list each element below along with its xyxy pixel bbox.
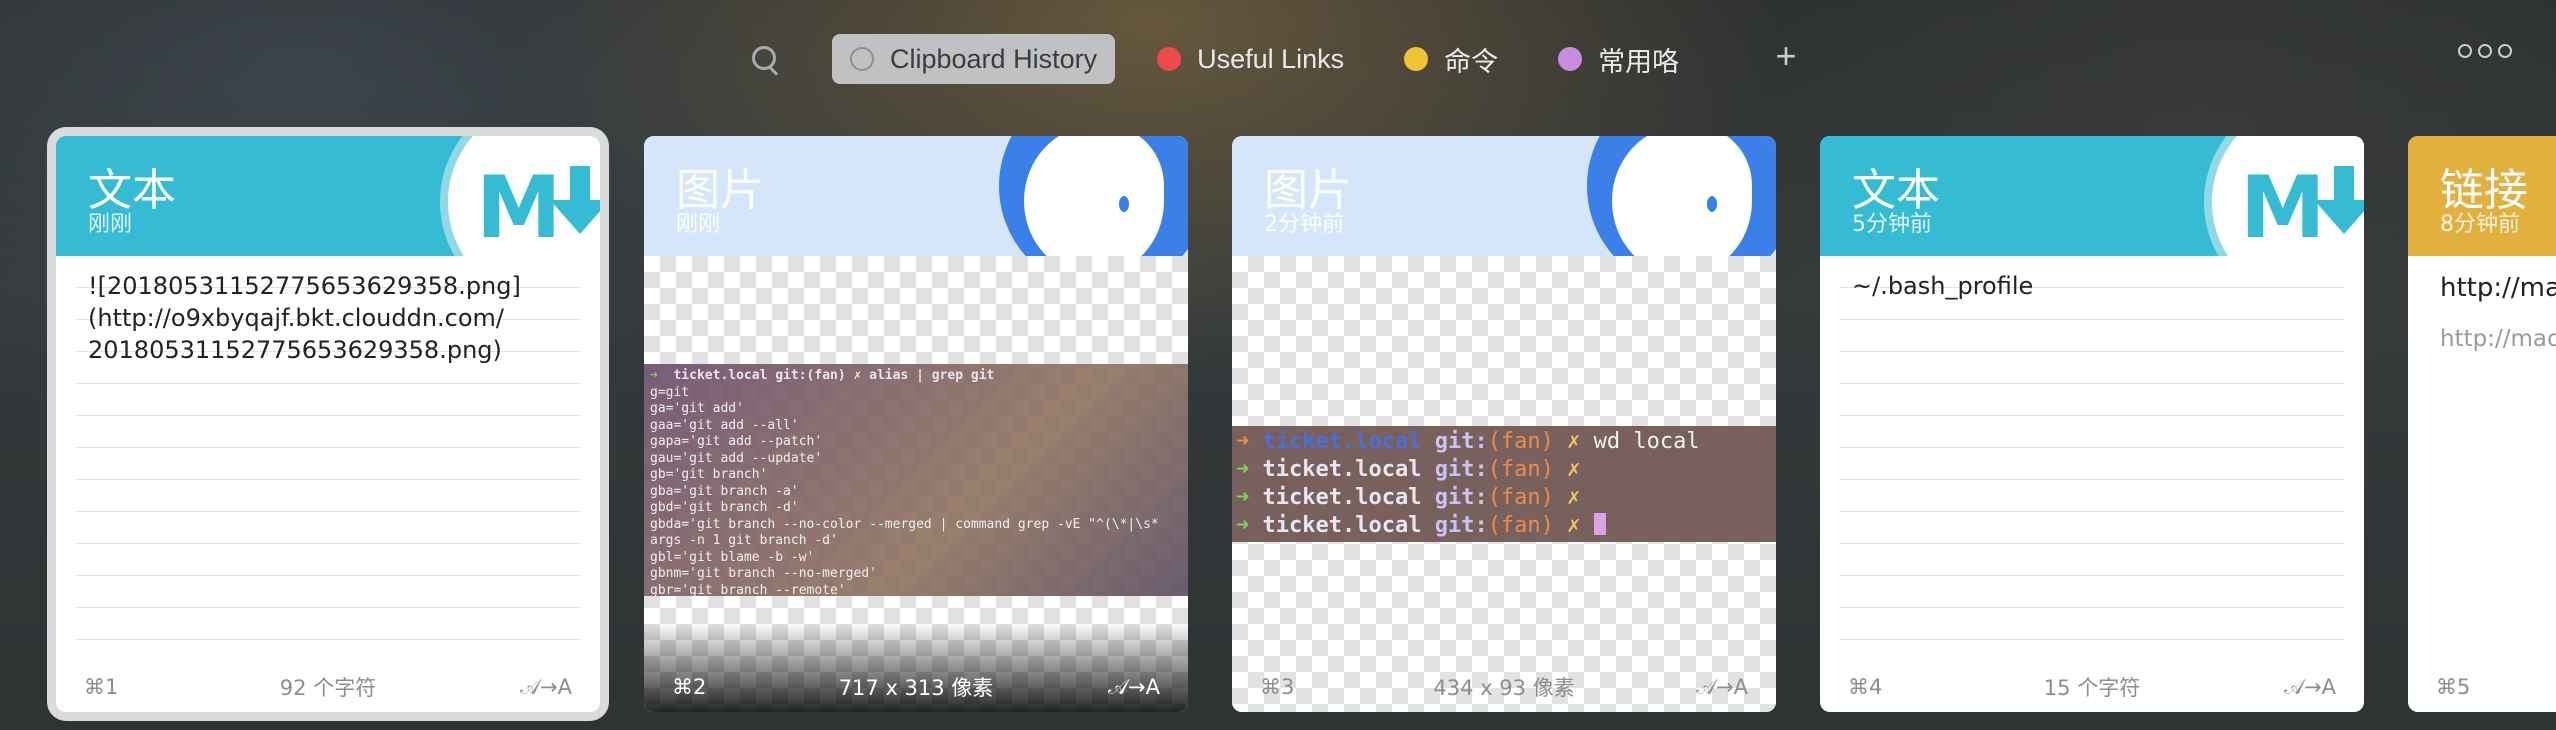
terminal-line: gaa='git add --all' xyxy=(650,417,799,433)
clip-text: ~/.bash_profile xyxy=(1852,272,2034,300)
more-options-icon[interactable] xyxy=(2458,44,2512,58)
char-count: 15 个字符 xyxy=(2043,676,2141,700)
paste-plain-text-icon[interactable]: 𝒜→A xyxy=(2284,675,2336,700)
clip-card-3[interactable]: 图片 2分钟前 ➜ ticket.local git:(fan) ✗ wd lo… xyxy=(1232,136,1776,712)
tab-label: Useful Links xyxy=(1197,43,1345,74)
shortcut-label: ⌘3 xyxy=(1260,675,1295,699)
terminal-line: gbnm='git branch --no-merged' xyxy=(650,566,877,581)
terminal-line: gau='git add --update' xyxy=(650,450,823,466)
card-time: 8分钟前 xyxy=(2440,212,2520,237)
card-footer: ⌘2 717 x 313 像素 𝒜→A xyxy=(644,662,1188,712)
tab-commands[interactable]: 命令 xyxy=(1386,34,1516,84)
card-footer: ⌘3 434 x 93 像素 𝒜→A xyxy=(1232,662,1776,712)
image-size: 434 x 93 像素 xyxy=(1433,676,1575,700)
pinboard-tabs: Clipboard History Useful Links 命令 常用咯 xyxy=(832,34,1721,84)
terminal-line: gapa='git add --patch' xyxy=(650,434,823,449)
terminal-line: ➜ ticket.local git:(fan) ✗ wd local xyxy=(1236,429,1700,454)
card-time: 2分钟前 xyxy=(1264,212,1344,237)
red-dot-icon xyxy=(1157,47,1182,71)
clip-text: ![20180531152775653629358.png] (http://o… xyxy=(88,272,521,364)
card-header: 图片 刚刚 xyxy=(644,136,1188,291)
card-header: 文本 刚刚 M xyxy=(56,136,600,302)
search-icon[interactable] xyxy=(748,42,784,78)
clip-card-2[interactable]: 图片 刚刚 ➜ ticket.local git:(fan) ✗ alias |… xyxy=(644,136,1188,712)
card-time: 5分钟前 xyxy=(1852,212,1932,237)
card-header: 链接 8分钟前 xyxy=(2408,136,2556,256)
terminal-line: gba='git branch -a' xyxy=(650,483,799,499)
card-footer: ⌘4 15 个字符 𝒜→A xyxy=(1820,662,2364,712)
markdown-icon: M xyxy=(476,158,562,258)
paste-plain-text-icon[interactable]: 𝒜→A xyxy=(1108,675,1160,700)
card-time: 刚刚 xyxy=(88,212,133,237)
tab-label: 命令 xyxy=(1444,46,1499,77)
terminal-prompt: ticket.local git:(fan) ✗ alias | grep gi… xyxy=(673,368,995,383)
markdown-icon: M xyxy=(2240,158,2326,258)
card-footer: ⌘1 92 个字符 𝒜→A xyxy=(56,662,600,712)
terminal-line: args -n 1 git branch -d' xyxy=(650,533,838,548)
char-count: 92 个字符 xyxy=(279,676,377,700)
top-toolbar: Clipboard History Useful Links 命令 常用咯 + xyxy=(0,0,2556,120)
image-size: 717 x 313 像素 xyxy=(838,676,994,700)
shortcut-label: ⌘5 xyxy=(2436,675,2471,699)
add-pinboard-button[interactable]: + xyxy=(1768,38,1804,74)
terminal-line: gbda='git branch --no-color --merged | c… xyxy=(650,516,1159,532)
tab-clipboard-history[interactable]: Clipboard History xyxy=(832,34,1116,84)
ruled-lines xyxy=(1840,256,2344,656)
card-time: 刚刚 xyxy=(676,212,721,237)
tab-common[interactable]: 常用咯 xyxy=(1540,34,1697,84)
clip-card-1[interactable]: 文本 刚刚 M ![20180531152775653629358.png] (… xyxy=(56,136,600,712)
hollow-dot-icon xyxy=(850,47,874,71)
terminal-image: ➜ ticket.local git:(fan) ✗ alias | grep … xyxy=(644,364,1188,596)
terminal-line: gbd='git branch -d' xyxy=(650,500,799,515)
terminal-image: ➜ ticket.local git:(fan) ✗ wd local ➜ ti… xyxy=(1232,426,1776,542)
terminal-line: g=git xyxy=(650,384,690,400)
yellow-dot-icon xyxy=(1404,47,1429,71)
terminal-line: gb='git branch' xyxy=(650,467,768,482)
tab-label: 常用咯 xyxy=(1598,46,1680,77)
link-title: http://ma xyxy=(2440,273,2556,303)
paste-plain-text-icon[interactable]: 𝒜→A xyxy=(520,675,572,700)
tab-useful-links[interactable]: Useful Links xyxy=(1139,34,1362,84)
link-url: http://mac xyxy=(2440,326,2556,352)
card-header: 文本 5分钟前 M xyxy=(1820,136,2364,302)
shortcut-label: ⌘2 xyxy=(672,675,707,699)
shortcut-label: ⌘1 xyxy=(84,675,119,699)
terminal-line: ga='git add' xyxy=(650,401,744,416)
terminal-line: ➜ ticket.local git:(fan) ✗ xyxy=(1236,457,1581,482)
card-header: 图片 2分钟前 xyxy=(1232,136,1776,291)
paste-plain-text-icon[interactable]: 𝒜→A xyxy=(1696,675,1748,700)
terminal-cursor xyxy=(1593,513,1606,535)
terminal-line: gbl='git blame -b -w' xyxy=(650,549,815,565)
purple-dot-icon xyxy=(1558,47,1583,71)
clip-card-4[interactable]: 文本 5分钟前 M ~/.bash_profile ⌘4 15 个字符 𝒜→A xyxy=(1820,136,2364,712)
clip-card-5[interactable]: 链接 8分钟前 http://ma http://mac ⌘5 xyxy=(2408,136,2556,712)
tab-label: Clipboard History xyxy=(890,43,1098,74)
terminal-line: ➜ ticket.local git:(fan) ✗ xyxy=(1236,485,1581,510)
terminal-line: ➜ ticket.local git:(fan) ✗ xyxy=(1236,512,1772,540)
shortcut-label: ⌘4 xyxy=(1848,675,1883,699)
terminal-line: gbr='git branch --remote' xyxy=(650,582,846,597)
card-footer: ⌘5 xyxy=(2408,662,2556,712)
